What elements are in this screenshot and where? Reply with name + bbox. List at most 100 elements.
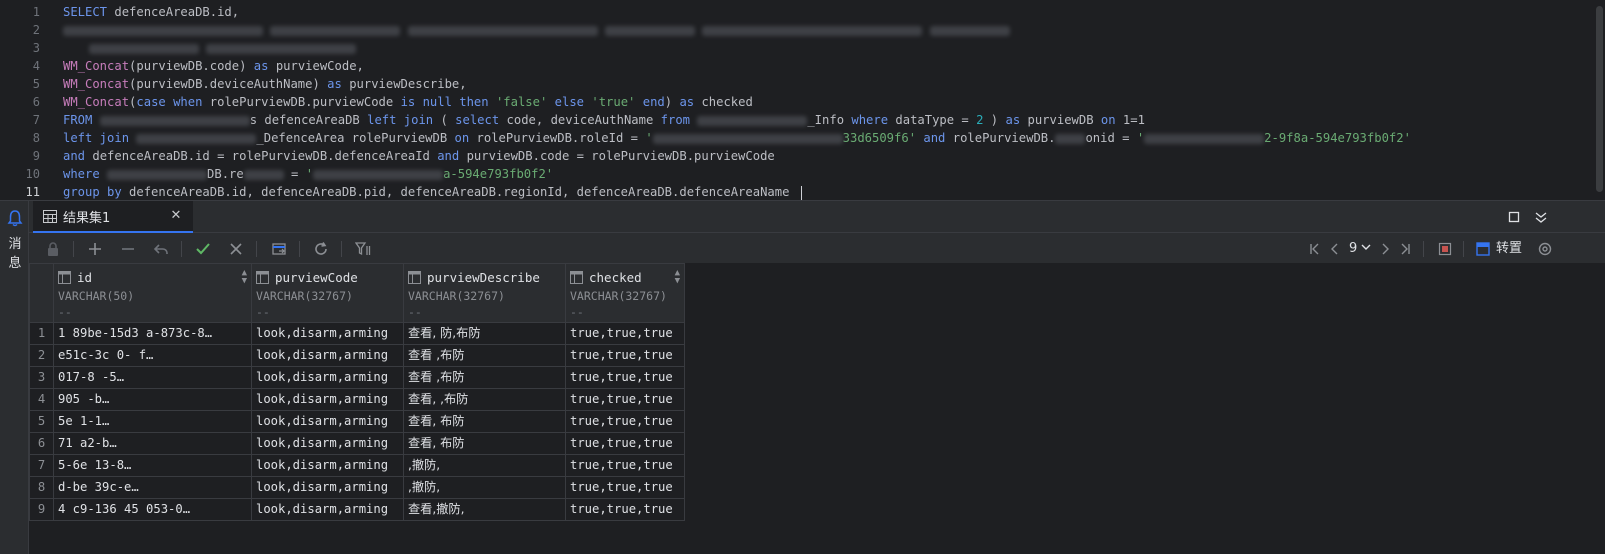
column-header-purviewcode[interactable]: purviewCode VARCHAR(32767) -- <box>251 263 404 323</box>
cell-purviewdescribe[interactable]: 查看,撤防, <box>403 498 566 521</box>
cell-checked[interactable]: true,true,true <box>565 498 685 521</box>
table-row[interactable]: 7 5-6e 13-8… look,disarm,arming ,撤防, true… <box>29 454 685 477</box>
bell-icon[interactable] <box>7 209 23 227</box>
revert-icon[interactable] <box>151 239 171 259</box>
table-row[interactable]: 8 d-be 39c-e… look,disarm,arming ,撤防, tru… <box>29 476 685 499</box>
cell-purviewcode[interactable]: look,disarm,arming <box>251 366 404 389</box>
cancel-x-icon[interactable] <box>226 239 246 259</box>
table-row[interactable]: 94 c9-136 45 053-0… look,disarm,arming 查看,… <box>29 498 685 521</box>
tab-label: 结果集1 <box>63 210 111 226</box>
code-line-6: WM_Concat(purviewDB.deviceAuthName) as p… <box>63 77 467 91</box>
export-icon[interactable] <box>269 239 289 259</box>
transpose-button[interactable]: 转置 <box>1496 239 1522 259</box>
cell-purviewdescribe[interactable]: 查看, 防,布防 <box>403 322 566 345</box>
cell-checked[interactable]: true,true,true <box>565 388 685 411</box>
cell-purviewcode[interactable]: look,disarm,arming <box>251 344 404 367</box>
cell-purviewcode[interactable]: look,disarm,arming <box>251 388 404 411</box>
row-number: 2 <box>29 344 54 367</box>
cell-id[interactable]: 4 c9-136 45 053-0… <box>53 498 252 521</box>
table-row[interactable]: 11 89be-15d3 a-873c-8… look,disarm,arming… <box>29 322 685 345</box>
cell-id[interactable]: 5e 1-1… <box>53 410 252 433</box>
result-grid[interactable]: id ▲ ▼ VARCHAR(50) -- purviewCode VARCHAR(… <box>29 263 1605 554</box>
table-icon <box>43 209 57 223</box>
transpose-icon[interactable] <box>1473 239 1493 259</box>
cell-id[interactable]: 017-8 -5… <box>53 366 252 389</box>
column-comment: -- <box>570 305 584 319</box>
column-type: VARCHAR(32767) <box>256 289 353 303</box>
tab-result-set-1[interactable]: 结果集1 ✕ <box>33 201 193 233</box>
table-row[interactable]: 5 5e 1-1… look,disarm,arming 查看, 布防 true,tr… <box>29 410 685 433</box>
sql-editor[interactable]: 1 2 3 4 5 6 7 8 9 10 11 SELECT defenceAr… <box>0 0 1605 200</box>
messages-tab-label[interactable]: 消息 <box>6 235 24 273</box>
column-icon <box>408 270 421 284</box>
prev-page-icon[interactable] <box>1325 239 1345 259</box>
cell-purviewcode[interactable]: look,disarm,arming <box>251 432 404 455</box>
sort-icon[interactable]: ▲ ▼ <box>242 269 247 286</box>
settings-icon[interactable] <box>1535 239 1555 259</box>
cell-purviewdescribe[interactable]: 查看 ,布防 <box>403 344 566 367</box>
results-panel: 消息 结果集1 ✕ 9 转置 id ▲ ▼ VARCHAR(50) -- pur… <box>0 200 1605 554</box>
column-comment: -- <box>256 305 270 319</box>
row-number: 8 <box>29 476 54 499</box>
column-header-id[interactable]: id ▲ ▼ VARCHAR(50) -- <box>53 263 252 323</box>
delete-row-icon[interactable] <box>118 239 138 259</box>
column-type: VARCHAR(50) <box>58 289 135 303</box>
cell-checked[interactable]: true,true,true <box>565 366 685 389</box>
cell-purviewcode[interactable]: look,disarm,arming <box>251 476 404 499</box>
table-row[interactable]: 2 e51c-3c 0- f… look,disarm,arming 查看 ,布防 t… <box>29 344 685 367</box>
column-header-checked[interactable]: checked ▲ ▼ VARCHAR(32767) -- <box>565 263 685 323</box>
cell-id[interactable]: 905 -b… <box>53 388 252 411</box>
cell-purviewdescribe[interactable]: ,撤防, <box>403 454 566 477</box>
cell-checked[interactable]: true,true,true <box>565 432 685 455</box>
cell-purviewcode[interactable]: look,disarm,arming <box>251 498 404 521</box>
chevron-down-icon <box>1361 244 1371 250</box>
maximize-icon[interactable] <box>1506 209 1522 225</box>
collapse-icon[interactable] <box>1533 209 1549 225</box>
close-icon[interactable]: ✕ <box>169 209 183 223</box>
cell-id[interactable]: d-be 39c-e… <box>53 476 252 499</box>
cell-checked[interactable]: true,true,true <box>565 454 685 477</box>
code-line-7: WM_Concat(case when rolePurviewDB.purvie… <box>63 95 753 109</box>
cell-purviewcode[interactable]: look,disarm,arming <box>251 322 404 345</box>
code-line-9: left join _DefenceArea rolePurviewDB on … <box>63 131 1411 145</box>
stop-icon[interactable] <box>1435 239 1455 259</box>
cell-id[interactable]: 5-6e 13-8… <box>53 454 252 477</box>
column-header-purviewdescribe[interactable]: purviewDescribe VARCHAR(32767) -- <box>403 263 566 323</box>
add-row-icon[interactable] <box>85 239 105 259</box>
next-page-icon[interactable] <box>1375 239 1395 259</box>
column-icon <box>256 270 269 284</box>
cell-purviewdescribe[interactable]: 查看, 布防 <box>403 410 566 433</box>
cell-id[interactable]: 71 a2-b… <box>53 432 252 455</box>
cell-purviewcode[interactable]: look,disarm,arming <box>251 410 404 433</box>
column-type: VARCHAR(32767) <box>408 289 505 303</box>
table-row[interactable]: 4 905 -b… look,disarm,arming 查看, ,布防 true,t… <box>29 388 685 411</box>
refresh-icon[interactable] <box>311 239 331 259</box>
cell-checked[interactable]: true,true,true <box>565 344 685 367</box>
cell-id[interactable]: e51c-3c 0- f… <box>53 344 252 367</box>
line-number: 5 <box>32 77 40 91</box>
cell-id[interactable]: 1 89be-15d3 a-873c-8… <box>53 322 252 345</box>
editor-scrollbar[interactable] <box>1596 6 1603 192</box>
cell-checked[interactable]: true,true,true <box>565 410 685 433</box>
last-page-icon[interactable] <box>1395 239 1415 259</box>
line-number: 11 <box>25 185 40 199</box>
grid-toolbar: 9 转置 <box>29 233 1605 263</box>
cell-checked[interactable]: true,true,true <box>565 476 685 499</box>
code-area[interactable]: SELECT defenceAreaDB.id, WM_Concat(purvi… <box>63 0 1583 200</box>
cell-purviewdescribe[interactable]: ,撤防, <box>403 476 566 499</box>
cell-purviewcode[interactable]: look,disarm,arming <box>251 454 404 477</box>
code-line-1: SELECT defenceAreaDB.id, <box>63 5 240 19</box>
first-page-icon[interactable] <box>1305 239 1325 259</box>
line-number: 2 <box>32 23 40 37</box>
filter-icon[interactable] <box>353 239 373 259</box>
table-row[interactable]: 6 71 a2-b… look,disarm,arming 查看, 布防 true,t… <box>29 432 685 455</box>
cell-purviewdescribe[interactable]: 查看, 布防 <box>403 432 566 455</box>
lock-icon[interactable] <box>43 239 63 259</box>
cell-checked[interactable]: true,true,true <box>565 322 685 345</box>
cell-purviewdescribe[interactable]: 查看 ,布防 <box>403 366 566 389</box>
table-row[interactable]: 3 017-8 -5… look,disarm,arming 查看 ,布防 true,… <box>29 366 685 389</box>
cell-purviewdescribe[interactable]: 查看, ,布防 <box>403 388 566 411</box>
submit-check-icon[interactable] <box>193 239 213 259</box>
page-selector[interactable]: 9 <box>1349 239 1371 259</box>
sort-icon[interactable]: ▲ ▼ <box>675 269 680 286</box>
